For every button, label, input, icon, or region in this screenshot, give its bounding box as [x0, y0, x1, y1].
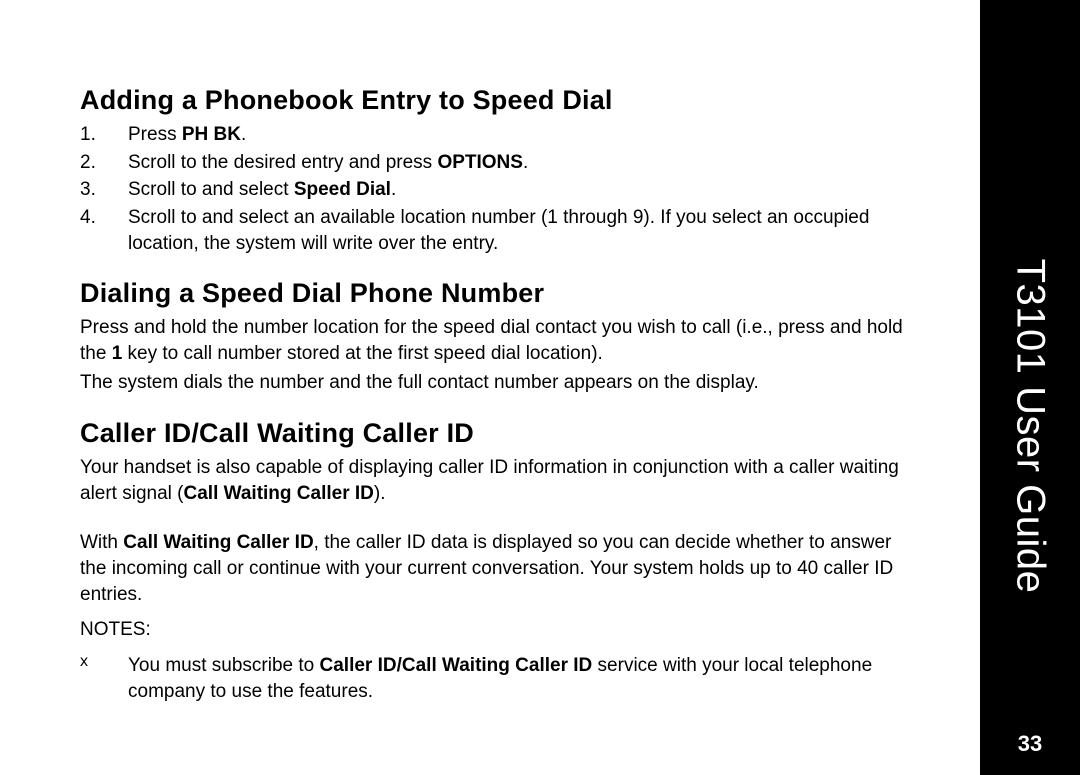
spacer: [80, 510, 920, 530]
body-text: The system dials the number and the full…: [80, 370, 920, 396]
text-bold: Speed Dial: [294, 179, 391, 200]
text-bold: PH BK: [182, 124, 241, 145]
heading-speed-dial-call: Dialing a Speed Dial Phone Number: [80, 278, 920, 309]
document-page: Adding a Phonebook Entry to Speed Dial 1…: [0, 0, 1080, 775]
text-run: Scroll to the desired entry and press: [128, 152, 437, 173]
step-number: 3.: [80, 177, 128, 203]
text-run: You must subscribe to: [128, 655, 320, 676]
list-item: 1. Press PH BK.: [80, 122, 920, 148]
text-run: .: [241, 124, 246, 145]
text-run: ).: [374, 483, 386, 504]
text-bold: Call Waiting Caller ID: [123, 532, 313, 553]
bullet-icon: x: [80, 653, 128, 704]
note-text: You must subscribe to Caller ID/Call Wai…: [128, 653, 920, 704]
text-run: Press: [128, 124, 182, 145]
list-item: 2. Scroll to the desired entry and press…: [80, 150, 920, 176]
steps-add-speed-dial: 1. Press PH BK. 2. Scroll to the desired…: [80, 122, 920, 256]
main-content: Adding a Phonebook Entry to Speed Dial 1…: [80, 85, 920, 704]
step-number: 2.: [80, 150, 128, 176]
body-text: Press and hold the number location for t…: [80, 315, 920, 366]
step-text: Press PH BK.: [128, 122, 920, 148]
document-title: T3101 User Guide: [1008, 259, 1053, 594]
list-item: 3. Scroll to and select Speed Dial.: [80, 177, 920, 203]
heading-caller-id: Caller ID/Call Waiting Caller ID: [80, 418, 920, 449]
step-text: Scroll to the desired entry and press OP…: [128, 150, 920, 176]
body-text: Your handset is also capable of displayi…: [80, 455, 920, 506]
notes-list: x You must subscribe to Caller ID/Call W…: [80, 653, 920, 704]
step-text: Scroll to and select an available locati…: [128, 205, 920, 256]
step-number: 1.: [80, 122, 128, 148]
notes-heading: NOTES:: [80, 617, 920, 643]
text-run: Scroll to and select: [128, 179, 294, 200]
text-bold: 1: [112, 343, 123, 364]
text-run: .: [523, 152, 528, 173]
list-item: x You must subscribe to Caller ID/Call W…: [80, 653, 920, 704]
sidebar: T3101 User Guide 33: [980, 0, 1080, 775]
body-text: With Call Waiting Caller ID, the caller …: [80, 530, 920, 607]
step-text: Scroll to and select Speed Dial.: [128, 177, 920, 203]
text-bold: OPTIONS: [437, 152, 523, 173]
page-number: 33: [980, 731, 1080, 757]
text-bold: Call Waiting Caller ID: [184, 483, 374, 504]
text-run: .: [391, 179, 396, 200]
paragraph-group: Press and hold the number location for t…: [80, 315, 920, 396]
heading-speed-dial-add: Adding a Phonebook Entry to Speed Dial: [80, 85, 920, 116]
step-number: 4.: [80, 205, 128, 256]
text-run: key to call number stored at the first s…: [122, 343, 603, 364]
text-bold: Caller ID/Call Waiting Caller ID: [320, 655, 593, 676]
list-item: 4. Scroll to and select an available loc…: [80, 205, 920, 256]
text-run: With: [80, 532, 123, 553]
